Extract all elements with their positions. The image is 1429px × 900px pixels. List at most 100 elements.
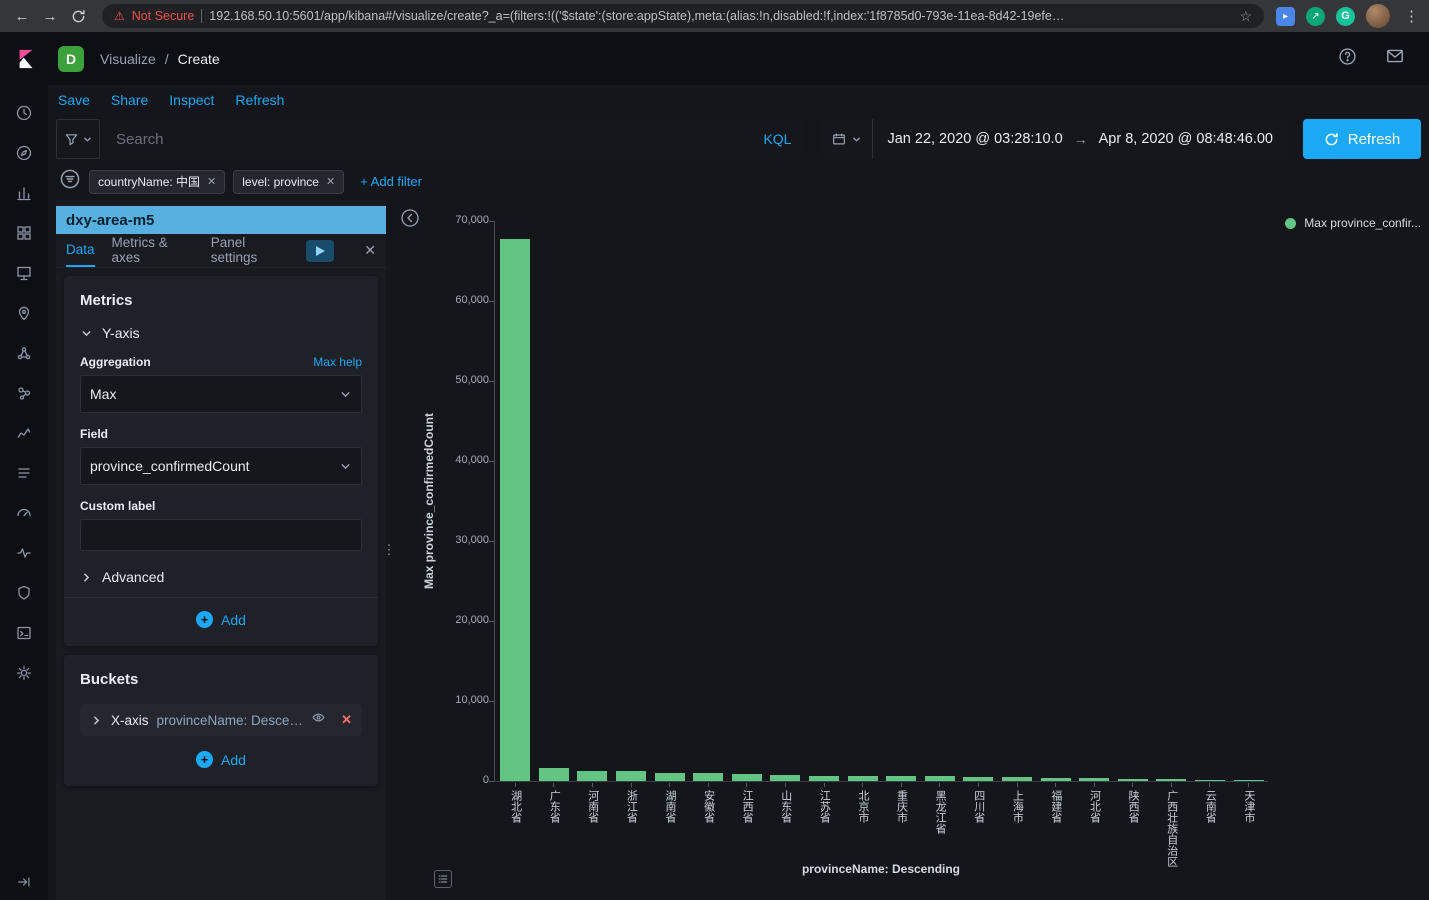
- tab-data[interactable]: Data: [66, 234, 95, 267]
- extension-icon-blue[interactable]: ▸: [1276, 7, 1295, 26]
- add-metric-button[interactable]: + Add: [80, 598, 362, 636]
- add-filter-link[interactable]: + Add filter: [360, 174, 422, 189]
- discard-changes-button[interactable]: ✕: [364, 242, 376, 259]
- nav-uptime[interactable]: [0, 533, 48, 573]
- date-range-arrow-icon: →: [1074, 131, 1088, 147]
- bar[interactable]: [616, 771, 646, 781]
- bar[interactable]: [1041, 778, 1071, 781]
- refresh-button[interactable]: Refresh: [1303, 119, 1421, 159]
- bookmark-star-icon[interactable]: ☆: [1239, 8, 1252, 25]
- grammarly-icon[interactable]: G: [1336, 7, 1355, 26]
- collapse-editor-button[interactable]: [400, 208, 420, 228]
- share-link[interactable]: Share: [111, 92, 148, 108]
- filter-pill-level[interactable]: level: province ✕: [233, 170, 344, 194]
- y-axis-title: Max province_confirmedCount: [422, 413, 436, 589]
- bar[interactable]: [655, 773, 685, 781]
- browser-reload-icon[interactable]: [66, 4, 90, 28]
- address-bar[interactable]: ⚠ Not Secure 192.168.50.10:5601/app/kiba…: [102, 4, 1264, 28]
- filter-options-button[interactable]: [59, 168, 81, 195]
- help-icon[interactable]: [1338, 47, 1357, 71]
- nav-collapse-button[interactable]: [0, 869, 48, 895]
- breadcrumb-visualize[interactable]: Visualize: [100, 51, 156, 67]
- y-tick-label: 0: [436, 774, 489, 786]
- search-input[interactable]: Search KQL: [104, 119, 803, 159]
- apply-changes-button[interactable]: [306, 240, 334, 262]
- nav-dashboard[interactable]: [0, 213, 48, 253]
- field-select[interactable]: province_confirmedCount: [80, 447, 362, 485]
- date-range-start[interactable]: Jan 22, 2020 @ 03:28:10.0: [887, 131, 1062, 147]
- bar[interactable]: [732, 774, 762, 781]
- browser-forward-icon[interactable]: →: [38, 4, 62, 28]
- aggregation-select[interactable]: Max: [80, 375, 362, 413]
- nav-discover[interactable]: [0, 133, 48, 173]
- nav-management[interactable]: [0, 653, 48, 693]
- browser-menu-icon[interactable]: ⋮: [1404, 7, 1419, 25]
- kql-button[interactable]: KQL: [753, 131, 791, 147]
- nav-dev-tools[interactable]: [0, 613, 48, 653]
- bar[interactable]: [693, 773, 723, 781]
- nav-graph[interactable]: [0, 373, 48, 413]
- toggle-visibility-button[interactable]: [311, 710, 326, 730]
- bar[interactable]: [1195, 780, 1225, 782]
- x-tick-mark: [824, 783, 825, 787]
- date-range-end[interactable]: Apr 8, 2020 @ 08:48:46.00: [1099, 131, 1273, 147]
- bar[interactable]: [1118, 779, 1148, 781]
- x-tick-mark: [553, 783, 554, 787]
- browser-back-icon[interactable]: ←: [10, 4, 34, 28]
- x-tick-mark: [708, 783, 709, 787]
- bar[interactable]: [770, 775, 800, 781]
- remove-bucket-button[interactable]: ✕: [341, 712, 352, 728]
- browser-profile-avatar[interactable]: [1366, 4, 1390, 28]
- x-axis-bucket-row[interactable]: X-axis provinceName: Descen... ✕: [80, 704, 362, 736]
- bar[interactable]: [848, 776, 878, 781]
- nav-canvas[interactable]: [0, 253, 48, 293]
- kibana-logo[interactable]: [0, 48, 52, 70]
- bar[interactable]: [1079, 778, 1109, 781]
- bar[interactable]: [925, 776, 955, 781]
- custom-label-input[interactable]: [80, 519, 362, 551]
- vis-title-input[interactable]: dxy-area-m5: [56, 206, 386, 234]
- bar[interactable]: [963, 777, 993, 781]
- bar[interactable]: [1156, 779, 1186, 781]
- x-axis-label: 黑龙江省: [934, 790, 947, 834]
- legend-toggle-button[interactable]: [434, 870, 452, 888]
- breadcrumb-create: Create: [178, 51, 220, 67]
- remove-filter-icon[interactable]: ✕: [326, 175, 335, 188]
- max-help-link[interactable]: Max help: [313, 355, 362, 369]
- refresh-link[interactable]: Refresh: [235, 92, 284, 108]
- nav-machine-learning[interactable]: [0, 333, 48, 373]
- url-text[interactable]: 192.168.50.10:5601/app/kibana#/visualize…: [209, 9, 1228, 23]
- extension-icon-teal[interactable]: ↗: [1306, 7, 1325, 26]
- heartbeat-icon: [15, 544, 33, 562]
- nav-siem[interactable]: [0, 573, 48, 613]
- saved-query-button[interactable]: [56, 119, 100, 159]
- remove-filter-icon[interactable]: ✕: [207, 175, 216, 188]
- newsfeed-mail-icon[interactable]: [1385, 46, 1405, 71]
- bar[interactable]: [809, 776, 839, 781]
- tab-panel-settings[interactable]: Panel settings: [211, 234, 290, 267]
- add-bucket-button[interactable]: + Add: [80, 738, 362, 776]
- nav-recently-viewed[interactable]: [0, 93, 48, 133]
- nav-metrics[interactable]: [0, 413, 48, 453]
- nav-visualize[interactable]: [0, 173, 48, 213]
- y-axis-accordion[interactable]: Y-axis: [80, 325, 362, 341]
- space-badge[interactable]: D: [58, 46, 84, 72]
- inspect-link[interactable]: Inspect: [169, 92, 214, 108]
- calendar-button[interactable]: [821, 119, 873, 159]
- nav-apm[interactable]: [0, 493, 48, 533]
- bar[interactable]: [539, 768, 569, 781]
- nav-maps[interactable]: [0, 293, 48, 333]
- not-secure-label[interactable]: Not Secure: [132, 9, 195, 23]
- bar[interactable]: [886, 776, 916, 781]
- advanced-accordion[interactable]: Advanced: [80, 569, 362, 585]
- tab-metrics-axes[interactable]: Metrics & axes: [112, 234, 194, 267]
- chart-legend-item[interactable]: Max province_confir...: [1285, 216, 1421, 230]
- save-link[interactable]: Save: [58, 92, 90, 108]
- bar[interactable]: [1234, 780, 1264, 782]
- filter-pill-country[interactable]: countryName: 中国 ✕: [89, 170, 225, 194]
- clock-icon: [15, 104, 33, 122]
- nav-logs[interactable]: [0, 453, 48, 493]
- bar[interactable]: [577, 771, 607, 781]
- bar[interactable]: [500, 239, 530, 781]
- bar[interactable]: [1002, 777, 1032, 781]
